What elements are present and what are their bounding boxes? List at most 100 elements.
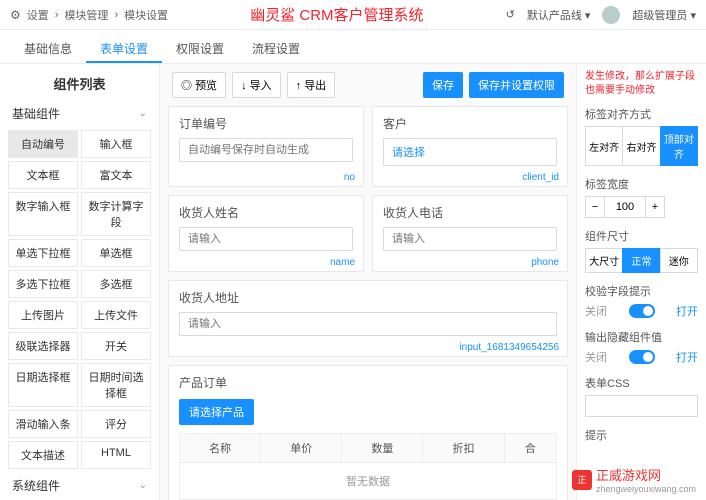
- component-item[interactable]: 级联选择器: [8, 332, 78, 360]
- component-item[interactable]: 评分: [81, 410, 151, 438]
- field-customer[interactable]: 客户 请选择 client_id: [372, 106, 568, 187]
- size-label: 组件尺寸: [585, 228, 698, 244]
- avatar[interactable]: [602, 6, 620, 24]
- field-order-no[interactable]: 订单编号 no: [168, 106, 364, 187]
- validate-switch[interactable]: [629, 304, 655, 318]
- customer-select[interactable]: 请选择: [383, 138, 557, 166]
- hide-switch[interactable]: [629, 350, 655, 364]
- watermark-name: 正威游戏网: [596, 465, 696, 484]
- field-label: 收货人姓名: [179, 204, 353, 221]
- table-header: 单价: [261, 434, 342, 463]
- property-panel: 发生修改，那么扩展子段也需要手动修改 标签对齐方式 左对齐 右对齐 顶部对齐 标…: [576, 64, 706, 500]
- save-button[interactable]: 保存: [423, 72, 463, 98]
- size-normal[interactable]: 正常: [622, 248, 660, 273]
- field-label: 客户: [383, 115, 557, 132]
- section-label: 系统组件: [12, 477, 60, 494]
- chevron-right-icon: ›: [55, 9, 59, 21]
- component-item[interactable]: 多选下拉框: [8, 270, 78, 298]
- component-item[interactable]: 开关: [81, 332, 151, 360]
- field-key: name: [330, 257, 355, 268]
- toggle-off-label: 关闭: [585, 303, 607, 319]
- crumb-settings[interactable]: 设置: [27, 7, 49, 23]
- field-key: input_1681349654256: [459, 342, 559, 353]
- save-perm-button[interactable]: 保存并设置权限: [469, 72, 564, 98]
- tab-permission-settings[interactable]: 权限设置: [162, 30, 238, 63]
- chevron-down-icon: ⌄: [139, 480, 147, 491]
- recv-name-input[interactable]: [179, 227, 353, 251]
- product-table: 名称单价数量折扣合 暂无数据: [179, 433, 557, 500]
- component-item[interactable]: 日期选择框: [8, 363, 78, 407]
- tab-process-settings[interactable]: 流程设置: [238, 30, 314, 63]
- component-item[interactable]: 富文本: [81, 161, 151, 189]
- component-item[interactable]: 文本框: [8, 161, 78, 189]
- size-large[interactable]: 大尺寸: [585, 248, 623, 273]
- empty-text: 暂无数据: [180, 463, 557, 500]
- component-item[interactable]: 上传文件: [81, 301, 151, 329]
- tab-form-settings[interactable]: 表单设置: [86, 30, 162, 63]
- crumb-module-mgmt[interactable]: 模块管理: [64, 7, 108, 23]
- hide-label: 输出隐藏组件值: [585, 329, 698, 345]
- component-sidebar: 组件列表 基础组件 ⌄ 自动编号输入框文本框富文本数字输入框数字计算字段单选下拉…: [0, 64, 160, 500]
- align-top[interactable]: 顶部对齐: [660, 126, 698, 166]
- basic-components-grid: 自动编号输入框文本框富文本数字输入框数字计算字段单选下拉框单选框多选下拉框多选框…: [4, 128, 155, 471]
- section-basic[interactable]: 基础组件 ⌄: [4, 99, 155, 128]
- recv-phone-input[interactable]: [383, 227, 557, 251]
- component-item[interactable]: 日期时间选择框: [81, 363, 151, 407]
- width-stepper: − +: [585, 196, 698, 218]
- user-menu[interactable]: 超级管理员 ▾: [632, 7, 696, 23]
- crumb-module-settings[interactable]: 模块设置: [124, 7, 168, 23]
- component-item[interactable]: 上传图片: [8, 301, 78, 329]
- field-product-order[interactable]: 产品订单 请选择产品 名称单价数量折扣合 暂无数据 整单再优惠(金额) ⌃⌄ 总…: [168, 365, 568, 500]
- field-recv-name[interactable]: 收货人姓名 name: [168, 195, 364, 272]
- component-item[interactable]: HTML: [81, 441, 151, 469]
- header: ⚙ 设置 › 模块管理 › 模块设置 幽灵鲨 CRM客户管理系统 ↺ 默认产品线…: [0, 0, 706, 30]
- width-input[interactable]: [605, 196, 645, 218]
- preview-button[interactable]: ◎ 预览: [172, 72, 226, 98]
- field-label: 收货人电话: [383, 204, 557, 221]
- toggle-off-label: 关闭: [585, 349, 607, 365]
- field-recv-addr[interactable]: 收货人地址 input_1681349654256: [168, 280, 568, 357]
- section-system-comp[interactable]: 系统组件 ⌄: [4, 471, 155, 500]
- product-line-select[interactable]: 默认产品线 ▾: [527, 7, 591, 23]
- export-button[interactable]: ↑ 导出: [287, 72, 336, 98]
- section-label: 基础组件: [12, 105, 60, 122]
- table-header: 名称: [180, 434, 261, 463]
- component-item[interactable]: 数字计算字段: [81, 192, 151, 236]
- warning-text: 发生修改，那么扩展子段也需要手动修改: [585, 70, 698, 98]
- width-label: 标签宽度: [585, 176, 698, 192]
- component-item[interactable]: 滑动输入条: [8, 410, 78, 438]
- tab-basic-info[interactable]: 基础信息: [10, 30, 86, 63]
- stepper-minus[interactable]: −: [585, 196, 605, 218]
- import-button[interactable]: ↓ 导入: [232, 72, 281, 98]
- field-recv-phone[interactable]: 收货人电话 phone: [372, 195, 568, 272]
- header-right: ↺ 默认产品线 ▾ 超级管理员 ▾: [506, 6, 696, 24]
- css-label: 表单CSS: [585, 375, 698, 391]
- css-input[interactable]: [585, 395, 698, 417]
- toggle-on-label: 打开: [676, 303, 698, 319]
- canvas-toolbar: ◎ 预览 ↓ 导入 ↑ 导出 保存 保存并设置权限: [168, 64, 568, 106]
- hint-label: 提示: [585, 427, 698, 443]
- stepper-plus[interactable]: +: [645, 196, 665, 218]
- component-item[interactable]: 单选框: [81, 239, 151, 267]
- component-item[interactable]: 自动编号: [8, 130, 78, 158]
- component-item[interactable]: 输入框: [81, 130, 151, 158]
- select-product-button[interactable]: 请选择产品: [179, 399, 254, 425]
- recv-addr-input[interactable]: [179, 312, 557, 336]
- size-mini[interactable]: 迷你: [660, 248, 698, 273]
- component-item[interactable]: 多选框: [81, 270, 151, 298]
- validate-label: 校验字段提示: [585, 283, 698, 299]
- breadcrumb: ⚙ 设置 › 模块管理 › 模块设置: [10, 7, 168, 23]
- align-left[interactable]: 左对齐: [585, 126, 623, 166]
- field-label: 订单编号: [179, 115, 353, 132]
- component-item[interactable]: 文本描述: [8, 441, 78, 469]
- align-label: 标签对齐方式: [585, 106, 698, 122]
- watermark-logo-icon: 正: [572, 470, 592, 490]
- hide-toggle-row: 关闭 打开: [585, 349, 698, 365]
- order-no-input[interactable]: [179, 138, 353, 162]
- app-title: 幽灵鲨 CRM客户管理系统: [168, 4, 506, 25]
- align-right[interactable]: 右对齐: [622, 126, 660, 166]
- component-item[interactable]: 单选下拉框: [8, 239, 78, 267]
- component-item[interactable]: 数字输入框: [8, 192, 78, 236]
- undo-icon[interactable]: ↺: [506, 8, 515, 21]
- field-label: 产品订单: [179, 374, 557, 391]
